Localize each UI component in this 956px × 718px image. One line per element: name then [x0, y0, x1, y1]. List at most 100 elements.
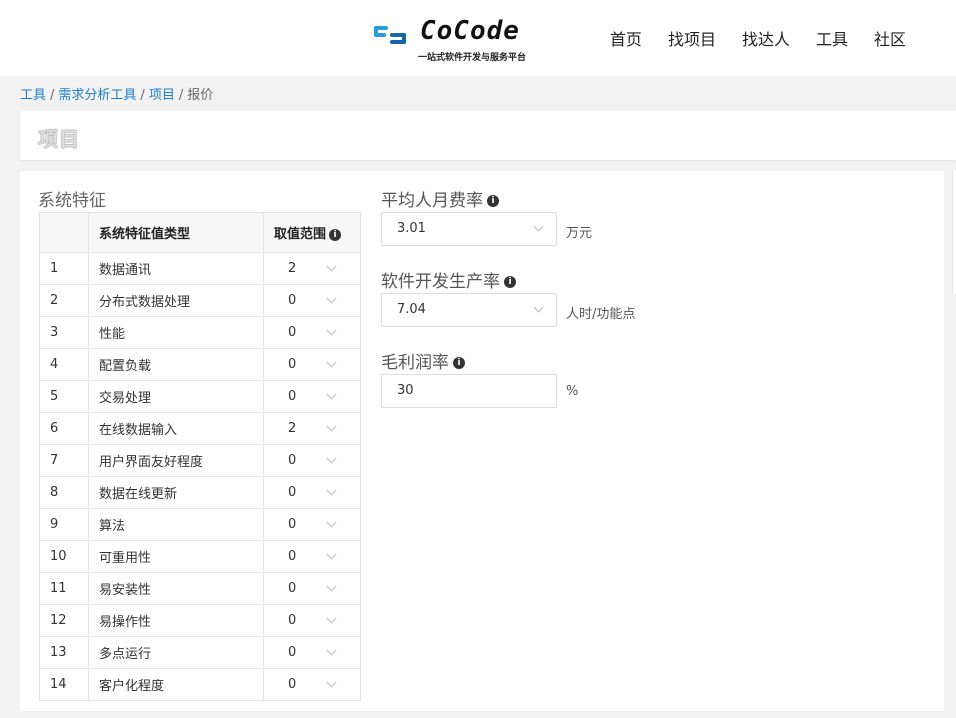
logo-mark-icon [374, 26, 406, 44]
feature-value: 0 [288, 357, 297, 372]
table-row: 4 配置负载 0 [39, 348, 361, 381]
feature-value-select[interactable]: 0 [263, 636, 361, 669]
feature-value-select[interactable]: 0 [263, 604, 361, 637]
avg-rate-select[interactable]: 3.01 [381, 212, 557, 246]
feature-value: 0 [288, 549, 297, 564]
nav-home[interactable]: 首页 [610, 26, 642, 50]
feature-name: 分布式数据处理 [88, 284, 264, 317]
feature-value: 0 [288, 293, 297, 308]
feature-value: 2 [288, 421, 297, 436]
row-index: 5 [39, 380, 89, 413]
avg-rate-value: 3.01 [397, 221, 426, 236]
feature-value-select[interactable]: 0 [263, 540, 361, 573]
feature-value-select[interactable]: 2 [263, 252, 361, 285]
nav-find-projects[interactable]: 找项目 [668, 26, 716, 50]
nav-tools[interactable]: 工具 [816, 26, 848, 50]
chevron-down-icon [326, 261, 337, 272]
feature-name: 用户界面友好程度 [88, 444, 264, 477]
nav-find-experts[interactable]: 找达人 [742, 26, 790, 50]
row-index: 10 [39, 540, 89, 573]
column-header-range-label: 取值范围 [274, 227, 327, 242]
feature-value-select[interactable]: 2 [263, 412, 361, 445]
margin-input[interactable]: 30 [381, 374, 557, 408]
row-index: 12 [39, 604, 89, 637]
row-index: 11 [39, 572, 89, 605]
feature-value-select[interactable]: 0 [263, 316, 361, 349]
productivity-label-text: 软件开发生产率 [381, 272, 500, 292]
feature-name: 性能 [88, 316, 264, 349]
info-icon[interactable]: i [487, 195, 499, 207]
system-features-title: 系统特征 [38, 191, 106, 211]
feature-value-select[interactable]: 0 [263, 284, 361, 317]
row-index: 8 [39, 476, 89, 509]
chevron-down-icon [326, 421, 337, 432]
table-row: 14 客户化程度 0 [39, 668, 361, 701]
table-row: 8 数据在线更新 0 [39, 476, 361, 509]
breadcrumb-separator: / [50, 88, 55, 103]
table-row: 1 数据通讯 2 [39, 252, 361, 285]
row-index: 6 [39, 412, 89, 445]
page-title: 项目 [38, 127, 80, 151]
row-index: 4 [39, 348, 89, 381]
breadcrumb-tools[interactable]: 工具 [20, 88, 46, 103]
nav-community[interactable]: 社区 [874, 26, 906, 50]
table-row: 6 在线数据输入 2 [39, 412, 361, 445]
chevron-down-icon [326, 549, 337, 560]
feature-value-select[interactable]: 0 [263, 444, 361, 477]
chevron-down-icon [326, 645, 337, 656]
feature-name: 数据通讯 [88, 252, 264, 285]
info-icon[interactable]: i [329, 228, 342, 241]
feature-value: 0 [288, 613, 297, 628]
feature-value-select[interactable]: 0 [263, 508, 361, 541]
feature-value-select[interactable]: 0 [263, 380, 361, 413]
feature-value: 0 [288, 645, 297, 660]
chevron-down-icon [533, 221, 544, 232]
logo-text: CoCode [420, 16, 520, 46]
feature-value-select[interactable]: 0 [263, 572, 361, 605]
feature-name: 配置负载 [88, 348, 264, 381]
table-row: 9 算法 0 [39, 508, 361, 541]
feature-value-select[interactable]: 0 [263, 476, 361, 509]
breadcrumb-project[interactable]: 项目 [149, 88, 175, 103]
productivity-select[interactable]: 7.04 [381, 293, 557, 327]
feature-value: 0 [288, 389, 297, 404]
row-index: 1 [39, 252, 89, 285]
avg-rate-label-text: 平均人月费率 [381, 191, 483, 211]
breadcrumb: 工具 / 需求分析工具 / 项目 / 报价 [20, 84, 213, 103]
feature-name: 易安装性 [88, 572, 264, 605]
side-card-edge [952, 171, 956, 293]
table-row: 3 性能 0 [39, 316, 361, 349]
table-header-row: 系统特征值类型 取值范围 i [39, 212, 361, 253]
feature-value: 0 [288, 325, 297, 340]
margin-label-text: 毛利润率 [381, 353, 449, 373]
row-index: 2 [39, 284, 89, 317]
chevron-down-icon [326, 325, 337, 336]
feature-value-select[interactable]: 0 [263, 668, 361, 701]
main-nav: 首页 找项目 找达人 工具 社区 [584, 26, 906, 50]
info-icon[interactable]: i [504, 276, 516, 288]
feature-value: 0 [288, 453, 297, 468]
feature-value: 2 [288, 261, 297, 276]
table-row: 13 多点运行 0 [39, 636, 361, 669]
feature-value-select[interactable]: 0 [263, 348, 361, 381]
chevron-down-icon [326, 485, 337, 496]
row-index: 7 [39, 444, 89, 477]
table-row: 7 用户界面友好程度 0 [39, 444, 361, 477]
productivity-unit: 人时/功能点 [566, 307, 636, 322]
avg-rate-unit: 万元 [566, 226, 593, 241]
info-icon[interactable]: i [453, 357, 465, 369]
feature-name: 数据在线更新 [88, 476, 264, 509]
top-header: CoCode 一站式软件开发与服务平台 首页 找项目 找达人 工具 社区 [0, 0, 956, 76]
breadcrumb-requirement-tool[interactable]: 需求分析工具 [58, 88, 136, 103]
feature-name: 可重用性 [88, 540, 264, 573]
table-row: 5 交易处理 0 [39, 380, 361, 413]
chevron-down-icon [326, 357, 337, 368]
margin-unit: % [566, 384, 579, 399]
feature-name: 交易处理 [88, 380, 264, 413]
feature-name: 在线数据输入 [88, 412, 264, 445]
row-index: 3 [39, 316, 89, 349]
table-row: 12 易操作性 0 [39, 604, 361, 637]
feature-name: 易操作性 [88, 604, 264, 637]
margin-value: 30 [397, 383, 414, 398]
feature-name: 算法 [88, 508, 264, 541]
